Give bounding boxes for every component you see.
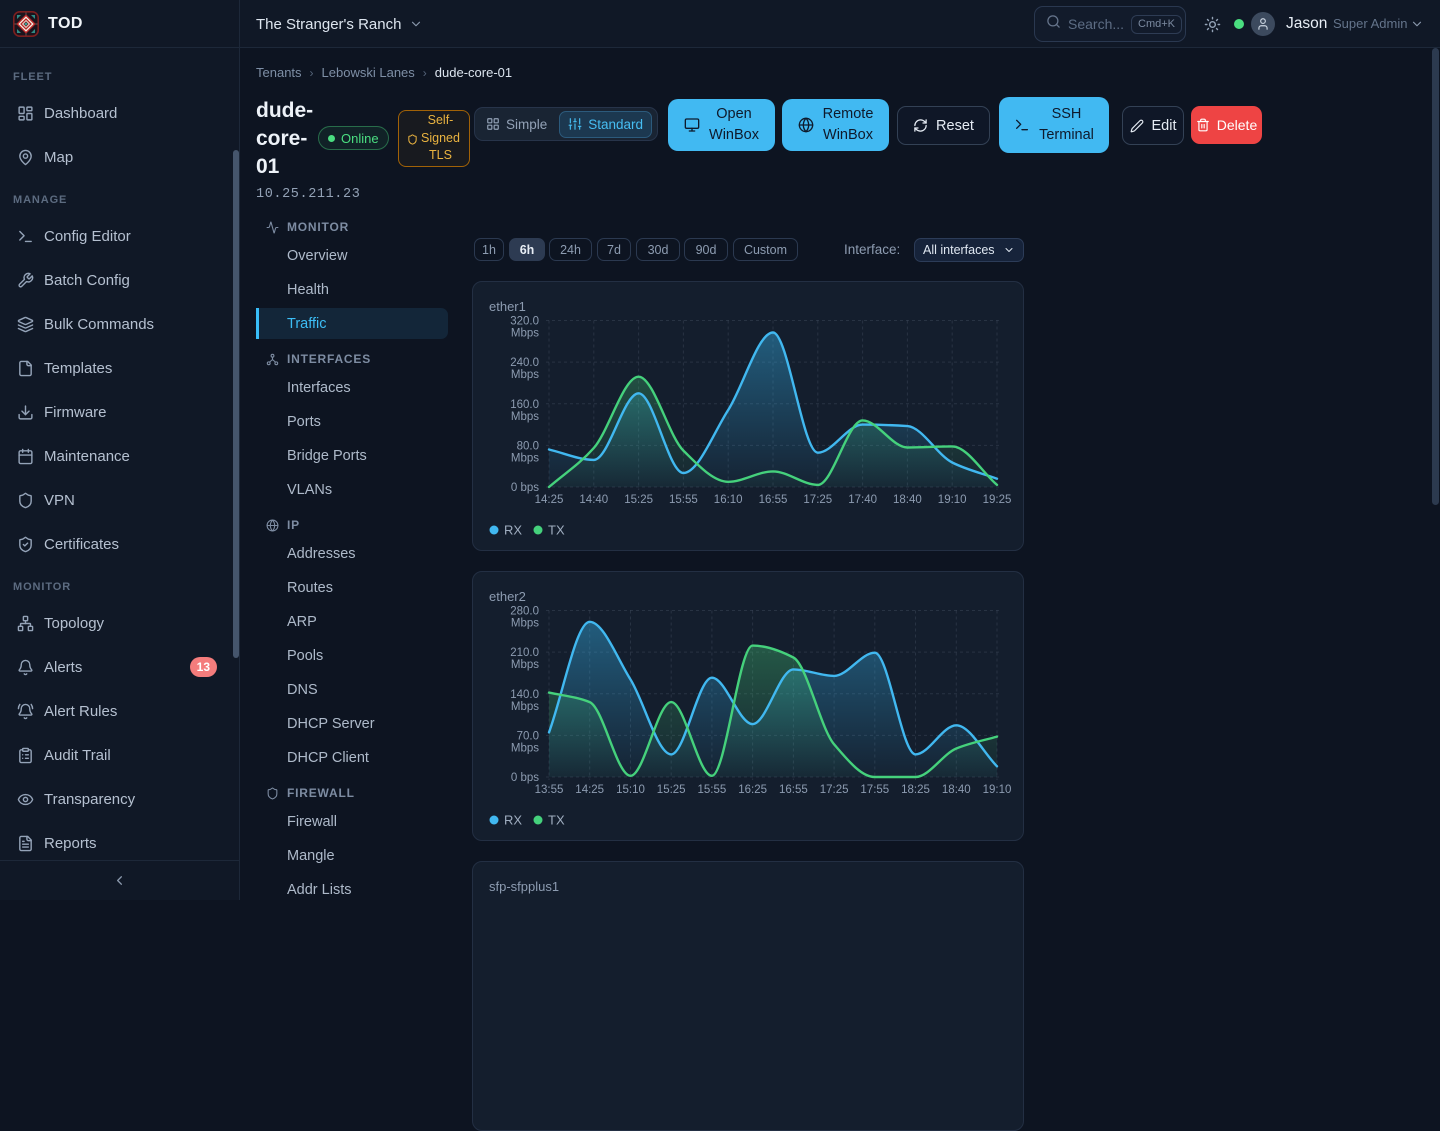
svg-text:Mbps: Mbps: [511, 618, 539, 630]
svg-text:0 bps: 0 bps: [511, 482, 539, 494]
svg-text:80.0: 80.0: [517, 440, 539, 452]
svg-text:ether2: ether2: [489, 589, 526, 604]
svg-text:70.0: 70.0: [517, 730, 539, 742]
svg-text:280.0: 280.0: [510, 606, 539, 618]
svg-text:16:10: 16:10: [714, 494, 743, 506]
svg-text:19:10: 19:10: [938, 494, 967, 506]
svg-text:160.0: 160.0: [510, 399, 539, 411]
svg-text:17:25: 17:25: [803, 494, 832, 506]
svg-text:18:40: 18:40: [893, 494, 922, 506]
svg-text:16:55: 16:55: [779, 784, 808, 796]
svg-text:18:25: 18:25: [901, 784, 930, 796]
svg-text:15:55: 15:55: [669, 494, 698, 506]
svg-text:17:25: 17:25: [820, 784, 849, 796]
svg-text:Mbps: Mbps: [511, 701, 539, 713]
svg-text:320.0: 320.0: [510, 316, 539, 328]
svg-text:15:25: 15:25: [624, 494, 653, 506]
svg-text:TX: TX: [548, 523, 565, 538]
svg-text:0 bps: 0 bps: [511, 772, 539, 784]
svg-text:16:55: 16:55: [759, 494, 788, 506]
svg-text:15:25: 15:25: [657, 784, 686, 796]
svg-text:Mbps: Mbps: [511, 452, 539, 464]
svg-text:Mbps: Mbps: [511, 369, 539, 381]
svg-text:140.0: 140.0: [510, 689, 539, 701]
svg-text:RX: RX: [504, 523, 522, 538]
svg-text:Mbps: Mbps: [511, 411, 539, 423]
svg-text:14:25: 14:25: [575, 784, 604, 796]
svg-text:Mbps: Mbps: [511, 328, 539, 340]
svg-text:13:55: 13:55: [535, 784, 564, 796]
svg-text:Mbps: Mbps: [511, 742, 539, 754]
svg-text:ether1: ether1: [489, 299, 526, 314]
svg-text:14:25: 14:25: [535, 494, 564, 506]
svg-text:Mbps: Mbps: [511, 659, 539, 671]
svg-text:TX: TX: [548, 813, 565, 828]
svg-text:240.0: 240.0: [510, 357, 539, 369]
svg-text:15:10: 15:10: [616, 784, 645, 796]
svg-text:15:55: 15:55: [698, 784, 727, 796]
svg-text:17:40: 17:40: [848, 494, 877, 506]
svg-text:16:25: 16:25: [738, 784, 767, 796]
svg-text:19:25: 19:25: [983, 494, 1012, 506]
svg-text:210.0: 210.0: [510, 647, 539, 659]
svg-text:14:40: 14:40: [579, 494, 608, 506]
svg-text:RX: RX: [504, 813, 522, 828]
svg-text:18:40: 18:40: [942, 784, 971, 796]
svg-text:17:55: 17:55: [860, 784, 889, 796]
svg-text:19:10: 19:10: [983, 784, 1012, 796]
